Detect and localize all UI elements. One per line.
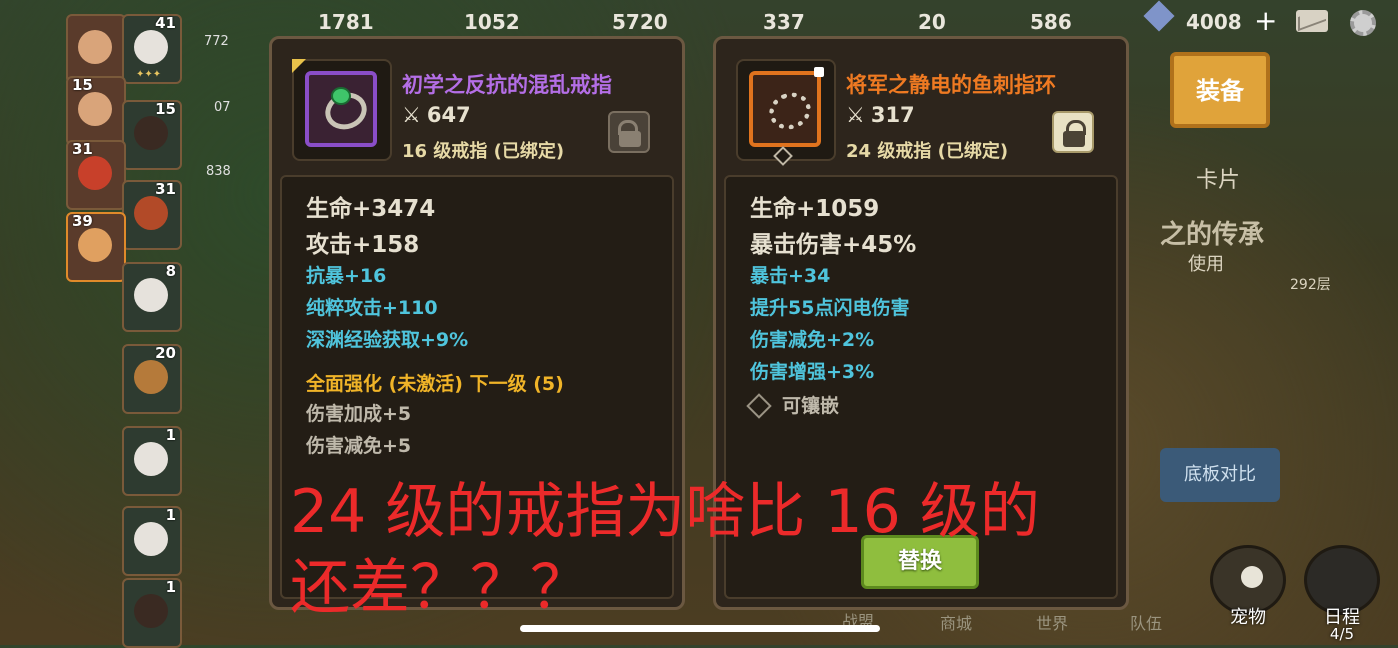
main-stat: 攻击+158 [306, 232, 420, 258]
main-stat: 暴击伤害+45% [750, 232, 917, 258]
hero-portrait [134, 360, 168, 394]
hero-slot[interactable]: 15 [122, 100, 182, 170]
paw-icon [1241, 566, 1263, 588]
hero-slot[interactable]: 1 [122, 578, 182, 648]
sub-stat: 抗暴+16 [306, 265, 387, 287]
item-power: ⚔ 647 [402, 103, 471, 127]
hero-slot[interactable]: 1 [122, 506, 182, 576]
hero-portrait [134, 30, 168, 64]
sub-stat: 纯粹攻击+110 [306, 297, 438, 319]
hero-slot[interactable]: 8 [122, 262, 182, 332]
hero-portrait [78, 228, 112, 262]
lock-button[interactable] [1052, 111, 1094, 153]
hero-slot[interactable] [66, 14, 126, 84]
set-stat: 伤害加成+5 [306, 403, 412, 425]
schedule-button[interactable]: 日程 4/5 [1298, 545, 1386, 643]
set-bonus-title: 全面强化 (未激活) 下一级 (5) [306, 373, 564, 395]
socket-label: 可镶嵌 [782, 395, 840, 417]
main-stat: 生命+3474 [306, 196, 436, 222]
hero-slot[interactable]: 15 [66, 76, 126, 146]
item-power: ⚔ 317 [846, 103, 915, 127]
sub-stat: 暴击+34 [750, 265, 831, 287]
ring-icon [305, 71, 377, 147]
sub-stat: 提升55点闪电伤害 [750, 297, 910, 319]
hero-slot[interactable]: 31 [122, 180, 182, 250]
gem-icon [1143, 0, 1175, 32]
nav-label-team[interactable]: 队伍 [1130, 610, 1162, 634]
hero-slot[interactable]: 39 [66, 212, 126, 282]
floor-label: 292层 [1290, 277, 1331, 293]
hero-slot[interactable]: 20 [122, 344, 182, 414]
hero-portrait [134, 442, 168, 476]
crossed-swords-icon: ⚔ [402, 103, 421, 127]
star-icon: ✦✦✦ [136, 69, 162, 80]
set-stat: 伤害减免+5 [306, 435, 412, 457]
unlock-button[interactable] [608, 111, 650, 153]
main-stat: 生命+1059 [750, 196, 880, 222]
side-number: 07 [214, 100, 231, 115]
schedule-count: 4/5 [1329, 625, 1355, 643]
nav-label-world[interactable]: 世界 [1036, 610, 1068, 634]
hero-portrait [134, 278, 168, 312]
hero-portrait [134, 196, 168, 230]
sub-stat: 深渊经验获取+9% [306, 329, 469, 351]
item-level: 24 级戒指 (已绑定) [846, 141, 1009, 162]
hero-portrait [78, 30, 112, 64]
hero-portrait [78, 156, 112, 190]
item-icon-frame [292, 59, 392, 161]
corner-badge [292, 59, 306, 73]
hero-portrait [134, 522, 168, 556]
hero-slot[interactable]: 31 [66, 140, 126, 210]
sub-stat: 伤害增强+3% [750, 361, 875, 383]
item-name: 将军之静电的鱼刺指环 [846, 73, 1056, 97]
gear-icon[interactable] [1350, 10, 1376, 36]
crossed-swords-icon: ⚔ [846, 103, 865, 127]
hero-portrait [134, 594, 168, 628]
add-gems-icon[interactable]: + [1254, 4, 1277, 37]
item-icon-frame [736, 59, 836, 166]
hero-list: 41 ✦✦✦ 15 15 31 31 39 8 20 1 1 1 [62, 10, 212, 648]
caption-line-2: 还差？？？ [290, 553, 590, 623]
hero-slot[interactable]: 1 [122, 426, 182, 496]
equip-button[interactable]: 装备 [1170, 52, 1270, 128]
mail-icon[interactable] [1296, 10, 1328, 32]
hero-slot[interactable]: 41 ✦✦✦ [122, 14, 182, 84]
item-name: 初学之反抗的混乱戒指 [402, 73, 612, 97]
side-number: 772 [204, 34, 229, 49]
nav-label-shop[interactable]: 商城 [940, 610, 972, 634]
item-level: 16 级戒指 (已绑定) [402, 141, 565, 162]
compare-button[interactable]: 底板对比 [1160, 448, 1280, 502]
socket-icon [773, 146, 793, 166]
sub-stat: 伤害减免+2% [750, 329, 875, 351]
hero-portrait [78, 92, 112, 126]
side-number: 838 [206, 164, 231, 179]
hero-portrait [134, 116, 168, 150]
caption-line-1: 24 级的戒指为啥比 16 级的 [290, 477, 1040, 547]
inherit-label: 之的传承 [1160, 220, 1265, 250]
ring-icon [749, 71, 821, 147]
home-indicator[interactable] [520, 625, 880, 632]
lock-icon [814, 67, 824, 77]
use-label[interactable]: 使用 [1188, 250, 1224, 276]
cards-label[interactable]: 卡片 [1196, 162, 1240, 194]
pet-button[interactable]: 宠物 [1204, 545, 1292, 641]
